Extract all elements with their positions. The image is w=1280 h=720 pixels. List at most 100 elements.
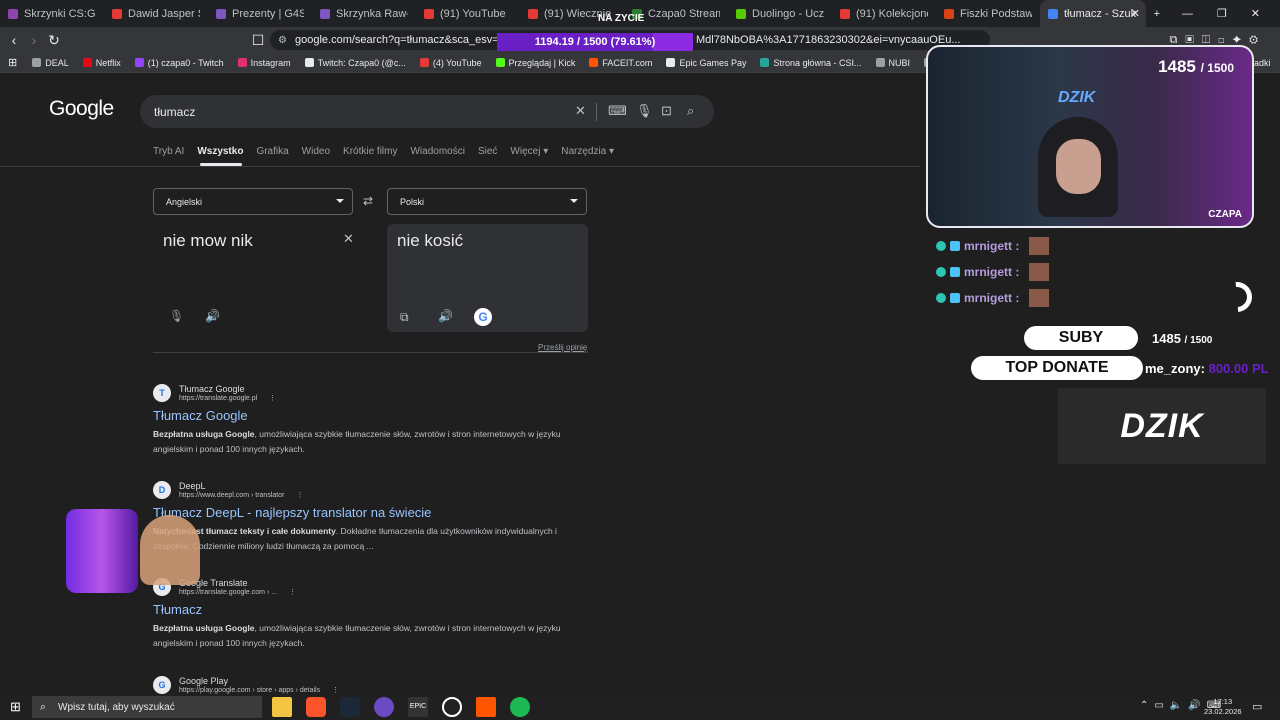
taskbar-clock[interactable]: 17:13 23.02.2026 <box>1204 697 1242 717</box>
result-source[interactable]: G Google Play https://play.google.com › st… <box>153 676 593 694</box>
browser-tab[interactable]: Skrzynka Raw-Grow <box>312 0 416 27</box>
apps-grid-icon[interactable]: ⊞ <box>8 56 17 69</box>
clock-time: 17:13 <box>1213 697 1233 706</box>
microphone-icon[interactable]: 🎙 <box>169 309 184 323</box>
steam-icon[interactable] <box>340 697 360 717</box>
spotify-icon[interactable] <box>510 697 530 717</box>
browser-tab[interactable]: Dawid Jasper ST <box>104 0 208 27</box>
result-title-link[interactable]: Tłumacz <box>153 602 593 617</box>
target-language-label: Polski <box>400 196 425 207</box>
browser-tab[interactable]: tłumacz - Szuk ✕ <box>1040 0 1146 27</box>
windows-start-icon[interactable]: ⊞ <box>10 699 21 715</box>
bookmark-item[interactable]: Netflix <box>78 58 126 68</box>
bookmark-item[interactable]: (1) czapa0 - Twitch <box>130 58 229 68</box>
browser-tab[interactable]: (91) YouTube <box>416 0 520 27</box>
result-source[interactable]: G Google Translate https://translate.googl… <box>153 578 593 596</box>
swap-languages-icon[interactable]: ⇄ <box>363 194 373 208</box>
more-options-icon[interactable]: ⋮ <box>332 687 339 694</box>
tab-favicon-icon <box>424 8 434 19</box>
bookmark-label: (4) YouTube <box>432 57 482 68</box>
result-url: https://www.deepl.com › translator ⋮ <box>179 491 303 499</box>
search-tab[interactable]: Grafika <box>256 146 288 157</box>
more-options-icon[interactable]: ⋮ <box>296 492 303 499</box>
discord-icon[interactable] <box>374 697 394 717</box>
bookmark-item[interactable]: Epic Games Pay <box>661 58 751 68</box>
result-source[interactable]: T Tłumacz Google https://translate.google.… <box>153 384 593 402</box>
search-tab[interactable]: Wszystko <box>197 146 243 157</box>
brave-browser-icon[interactable] <box>306 697 326 717</box>
google-logo[interactable]: Google <box>49 97 114 121</box>
reload-button[interactable]: ↻ <box>44 32 64 49</box>
bookmark-icon <box>134 58 144 67</box>
google-translate-icon[interactable]: G <box>474 308 492 326</box>
chat-message: mrnigett : <box>936 233 1246 259</box>
site-info-icon[interactable]: ⚙ <box>278 35 287 46</box>
search-icon[interactable]: ⌕ <box>687 103 694 119</box>
epic-games-icon[interactable]: EPIC <box>408 697 428 717</box>
more-options-icon[interactable]: ⋮ <box>289 589 296 596</box>
tab-favicon-icon <box>320 8 330 19</box>
speaker-icon[interactable]: 🔊 <box>438 309 453 323</box>
bookmark-item[interactable]: (4) YouTube <box>415 58 487 68</box>
result-title-link[interactable]: Tłumacz DeepL - najlepszy translator na … <box>153 505 593 520</box>
search-tab[interactable]: Wideo <box>302 146 330 157</box>
browser-tab[interactable]: (91) Kolekcjoner śm <box>832 0 936 27</box>
result-title-link[interactable]: Tłumacz Google <box>153 408 593 423</box>
bookmark-label: DEAL <box>45 57 69 68</box>
notifications-icon[interactable]: ▭ <box>1252 700 1262 713</box>
bookmark-label: (1) czapa0 - Twitch <box>147 57 224 68</box>
cam-brand-logo: DZIK <box>1058 89 1096 106</box>
search-tab[interactable]: Krótkie filmy <box>343 146 397 157</box>
more-options-icon[interactable]: ⋮ <box>269 395 276 402</box>
file-explorer-icon[interactable] <box>272 697 292 717</box>
browser-tab[interactable]: Skrzynki CS:GO/CS2 <box>0 0 104 27</box>
keyboard-icon[interactable]: ⌨ <box>608 103 627 119</box>
taskbar-search-input[interactable]: ⌕ Wpisz tutaj, aby wyszukać <box>32 696 262 718</box>
bookmark-item[interactable]: FACEIT.com <box>584 58 657 68</box>
search-tab[interactable]: Wiadomości <box>410 146 464 157</box>
close-tab-icon[interactable]: ✕ <box>1131 7 1140 20</box>
bookmark-tail[interactable]: adki <box>1254 58 1271 68</box>
browser-tab[interactable]: Fiszki Podstawy Kol <box>936 0 1040 27</box>
result-source[interactable]: D DeepL https://www.deepl.com › translator… <box>153 481 593 499</box>
clear-icon[interactable]: ✕ <box>575 103 586 119</box>
new-tab-button[interactable]: + <box>1154 8 1160 20</box>
search-result: G Google Translate https://translate.googl… <box>153 578 593 651</box>
result-url-text: https://play.google.com › store › apps ›… <box>179 687 321 694</box>
bookmark-icon <box>495 58 505 67</box>
result-site-name: Tłumacz Google <box>179 384 245 394</box>
microphone-icon[interactable]: 🎙 <box>636 103 653 119</box>
source-language-select[interactable]: Angielski <box>153 188 353 215</box>
taskbar-apps: EPIC <box>272 697 530 717</box>
feedback-link[interactable]: Prześlij opinię <box>538 343 587 352</box>
minimize-button[interactable]: — <box>1182 8 1193 20</box>
search-tab[interactable]: Tryb AI <box>153 146 184 157</box>
bookmark-item[interactable]: Przeglądaj | Kick <box>491 58 581 68</box>
search-tab[interactable]: Więcej ▾ <box>510 146 548 157</box>
clear-source-icon[interactable]: ✕ <box>343 231 354 247</box>
target-language-select[interactable]: Polski <box>387 188 587 215</box>
bookmark-item[interactable]: DEAL <box>27 58 74 68</box>
obs-icon[interactable] <box>442 697 462 717</box>
speaker-icon[interactable]: 🔊 <box>205 309 220 323</box>
browser-tab[interactable]: Duolingo - Ucz się <box>728 0 832 27</box>
faceit-icon[interactable] <box>476 697 496 717</box>
close-window-button[interactable]: ✕ <box>1251 7 1260 20</box>
bookmark-item[interactable]: Strona główna - CSI... <box>755 58 866 68</box>
bookmark-icon[interactable]: ☐ <box>248 32 268 49</box>
back-button[interactable]: ‹ <box>4 32 24 48</box>
copy-icon[interactable]: ⧉ <box>400 310 409 325</box>
tab-label: Skrzynki CS:GO/CS2 <box>24 7 96 20</box>
forward-button[interactable]: › <box>24 32 44 48</box>
bookmark-item[interactable]: NUBI <box>871 58 916 68</box>
search-tab[interactable]: Narzędzia ▾ <box>561 146 614 157</box>
lens-icon[interactable]: ⊡ <box>661 103 672 119</box>
maximize-button[interactable]: ❐ <box>1217 7 1227 20</box>
search-tab[interactable]: Sieć <box>478 146 497 157</box>
browser-tab[interactable]: Prezenty | G4Skins <box>208 0 312 27</box>
bookmark-item[interactable]: Instagram <box>233 58 296 68</box>
translation-output-text: nie kosić <box>397 231 464 250</box>
search-input[interactable]: tłumacz ✕ ⌨ 🎙 ⊡ ⌕ <box>140 95 714 128</box>
source-text-input[interactable]: nie mow nik <box>163 231 253 251</box>
bookmark-item[interactable]: Twitch: Czapa0 (@c... <box>300 58 411 68</box>
